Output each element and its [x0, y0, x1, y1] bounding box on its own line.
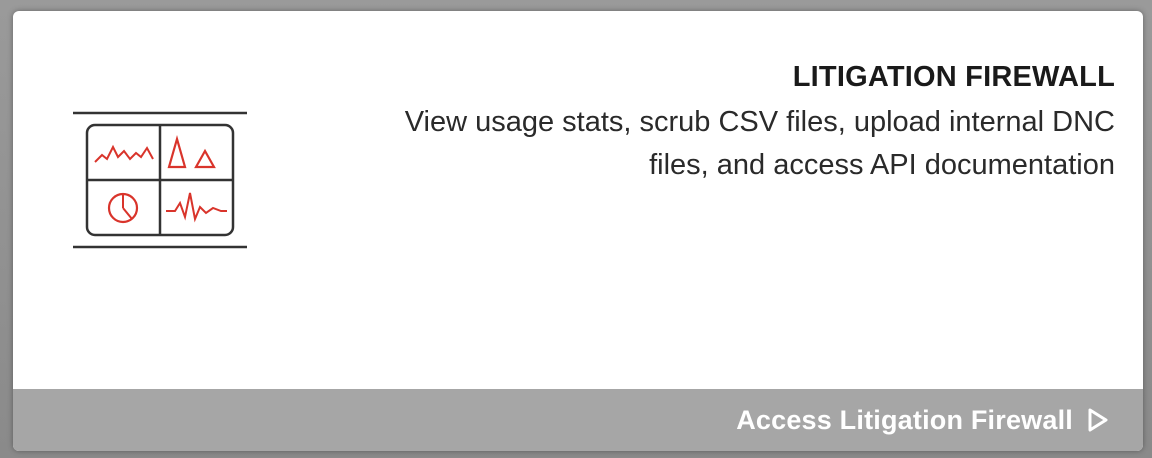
footer-link-label: Access Litigation Firewall: [736, 404, 1073, 435]
litigation-firewall-card[interactable]: LITIGATION FIREWALL View usage stats, sc…: [13, 11, 1143, 451]
play-outline-arrow-icon: [1088, 408, 1108, 432]
screenshot-frame: LITIGATION FIREWALL View usage stats, sc…: [0, 0, 1152, 458]
card-title: LITIGATION FIREWALL: [792, 61, 1115, 93]
card-text: LITIGATION FIREWALL View usage stats, sc…: [355, 57, 1115, 187]
dashboard-charts-icon: [73, 111, 247, 249]
card-description: View usage stats, scrub CSV files, uploa…: [404, 106, 1115, 181]
card-body: LITIGATION FIREWALL View usage stats, sc…: [13, 11, 1143, 389]
access-litigation-firewall-link[interactable]: Access Litigation Firewall: [13, 389, 1143, 451]
